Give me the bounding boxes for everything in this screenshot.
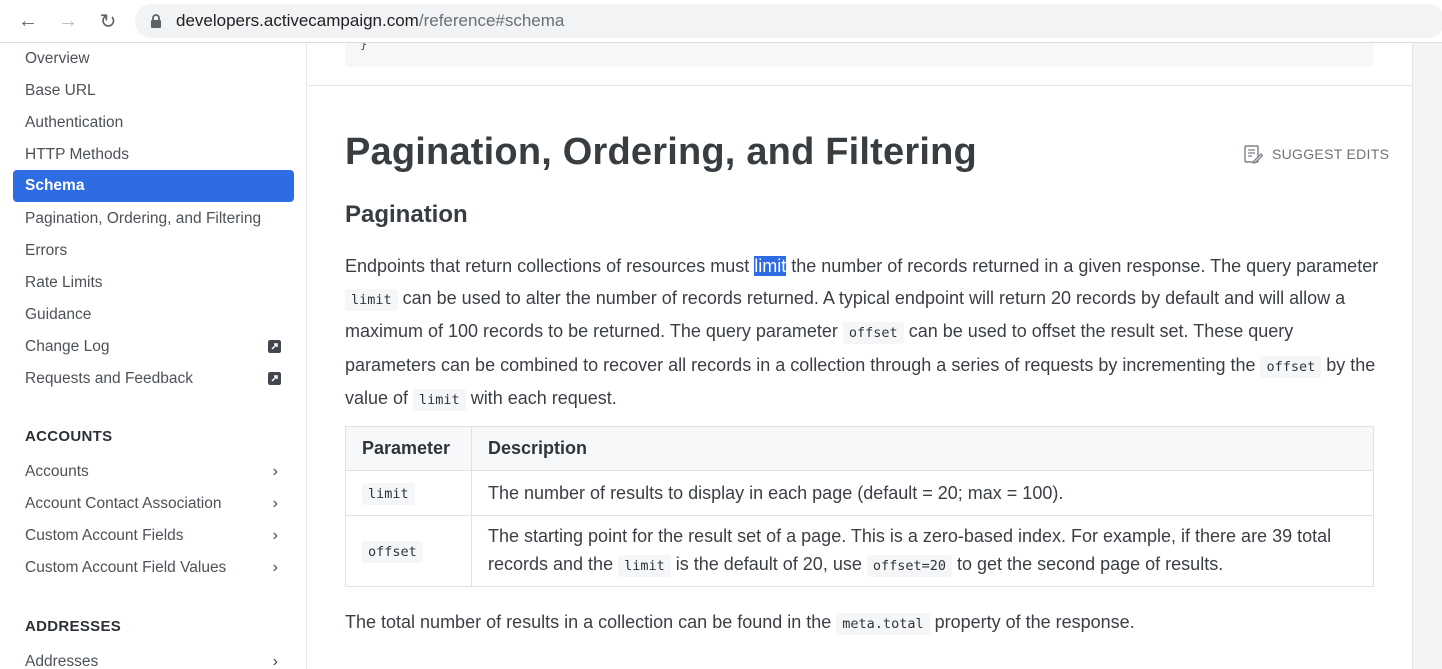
main-content: } Pagination, Ordering, and Filtering SU… [308, 43, 1412, 669]
description-cell: The starting point for the result set of… [471, 515, 1374, 587]
chevron-right-icon: › [272, 463, 278, 480]
sidebar-item-rate-limits[interactable]: Rate Limits [13, 267, 294, 299]
param-cell: limit [345, 470, 472, 516]
inline-code: offset=20 [866, 555, 953, 577]
sidebar-item-label: Schema [25, 177, 85, 194]
table-row: offset The starting point for the result… [345, 515, 1374, 587]
sidebar-item-accounts[interactable]: Accounts › [13, 456, 294, 488]
sidebar-item-http-methods[interactable]: HTTP Methods [13, 139, 294, 171]
chevron-right-icon: › [272, 527, 278, 544]
sidebar-item-label: Pagination, Ordering, and Filtering [25, 210, 262, 227]
sidebar-item-label: Custom Account Field Values [25, 559, 227, 576]
sidebar-item-custom-account-fields[interactable]: Custom Account Fields › [13, 520, 294, 552]
inline-code: offset [1260, 355, 1322, 378]
back-arrow-icon[interactable]: ← [14, 8, 42, 34]
sidebar-item-account-contact-association[interactable]: Account Contact Association › [13, 488, 294, 520]
parameters-table: Parameter Description limit The number o… [345, 426, 1374, 587]
text-run: to get the second page of results. [952, 554, 1224, 574]
sidebar-item-label: Accounts [25, 463, 89, 480]
address-bar[interactable]: developers.activecampaign.com/reference#… [135, 4, 1442, 38]
code-text: } [360, 43, 368, 51]
sidebar-item-change-log[interactable]: Change Log [13, 331, 294, 363]
table-row: limit The number of results to display i… [345, 470, 1374, 516]
sidebar-item-authentication[interactable]: Authentication [13, 107, 294, 139]
sidebar-item-label: Requests and Feedback [25, 370, 194, 387]
sidebar-item-label: Overview [25, 50, 90, 67]
forward-arrow-icon[interactable]: → [54, 8, 82, 34]
sidebar-item-errors[interactable]: Errors [13, 235, 294, 267]
external-link-icon [268, 372, 281, 385]
external-link-icon [268, 340, 281, 353]
sidebar-item-label: Guidance [25, 306, 92, 323]
sidebar-item-guidance[interactable]: Guidance [13, 299, 294, 331]
section-subtitle: Pagination [345, 201, 468, 228]
text-run: The total number of results in a collect… [345, 612, 837, 632]
inline-code: limit [362, 483, 415, 505]
sidebar-item-schema[interactable]: Schema [13, 170, 294, 202]
inline-code: offset [842, 322, 904, 344]
pagination-paragraph: Endpoints that return collections of res… [345, 251, 1385, 417]
sidebar-item-label: Account Contact Association [25, 495, 222, 512]
code-block-tail: } [345, 43, 1374, 67]
sidebar-item-custom-account-field-values[interactable]: Custom Account Field Values › [13, 552, 294, 584]
page-title: Pagination, Ordering, and Filtering [345, 131, 977, 173]
inline-code: offset [362, 541, 423, 563]
column-header-parameter: Parameter [345, 426, 472, 471]
table-header-row: Parameter Description [345, 426, 1374, 471]
sidebar-item-label: Authentication [25, 114, 124, 131]
sidebar-item-label: Change Log [25, 338, 110, 355]
total-results-paragraph: The total number of results in a collect… [345, 607, 1385, 639]
section-heading-accounts: ACCOUNTS [25, 428, 113, 445]
inline-code: limit [618, 555, 671, 577]
chevron-right-icon: › [272, 559, 278, 576]
sidebar-item-label: Errors [25, 242, 68, 259]
inline-code: limit [345, 288, 398, 311]
chevron-right-icon: › [272, 495, 278, 512]
sidebar-item-overview[interactable]: Overview [13, 43, 294, 75]
lock-icon [151, 14, 161, 28]
sidebar-item-label: Custom Account Fields [25, 527, 184, 544]
description-cell: The number of results to display in each… [471, 470, 1374, 516]
text-run: with each request. [465, 388, 617, 408]
reload-icon[interactable]: ↻ [94, 8, 122, 34]
suggest-edits-button[interactable]: SUGGEST EDITS [1243, 144, 1389, 164]
suggest-edits-label: SUGGEST EDITS [1272, 146, 1390, 162]
edit-document-icon [1244, 145, 1263, 164]
chevron-right-icon: › [272, 653, 278, 669]
section-divider [308, 85, 1412, 86]
url-text: developers.activecampaign.com/reference#… [176, 11, 565, 30]
param-cell: offset [345, 515, 472, 587]
sidebar-item-label: Base URL [25, 82, 96, 99]
page-scrollbar[interactable] [1412, 43, 1442, 669]
sidebar-item-label: HTTP Methods [25, 146, 129, 163]
selected-text: limit [754, 256, 787, 276]
sidebar-item-addresses[interactable]: Addresses › [13, 646, 294, 669]
text-run: is the default of 20, use [670, 554, 867, 574]
sidebar: Overview Base URL Authentication HTTP Me… [0, 43, 307, 669]
inline-code: meta.total [836, 613, 930, 635]
column-header-description: Description [471, 426, 1374, 471]
text-run: the number of records returned in a give… [786, 256, 1379, 276]
sidebar-item-label: Rate Limits [25, 274, 103, 291]
browser-toolbar: ← → ↻ developers.activecampaign.com/refe… [0, 0, 1442, 43]
sidebar-item-base-url[interactable]: Base URL [13, 75, 294, 107]
text-run: Endpoints that return collections of res… [345, 256, 755, 276]
text-run: property of the response. [929, 612, 1135, 632]
sidebar-item-pagination[interactable]: Pagination, Ordering, and Filtering [13, 203, 294, 235]
sidebar-item-label: Addresses [25, 653, 99, 669]
inline-code: limit [413, 389, 466, 411]
sidebar-item-requests-feedback[interactable]: Requests and Feedback [13, 363, 294, 395]
section-heading-addresses: ADDRESSES [25, 618, 122, 635]
